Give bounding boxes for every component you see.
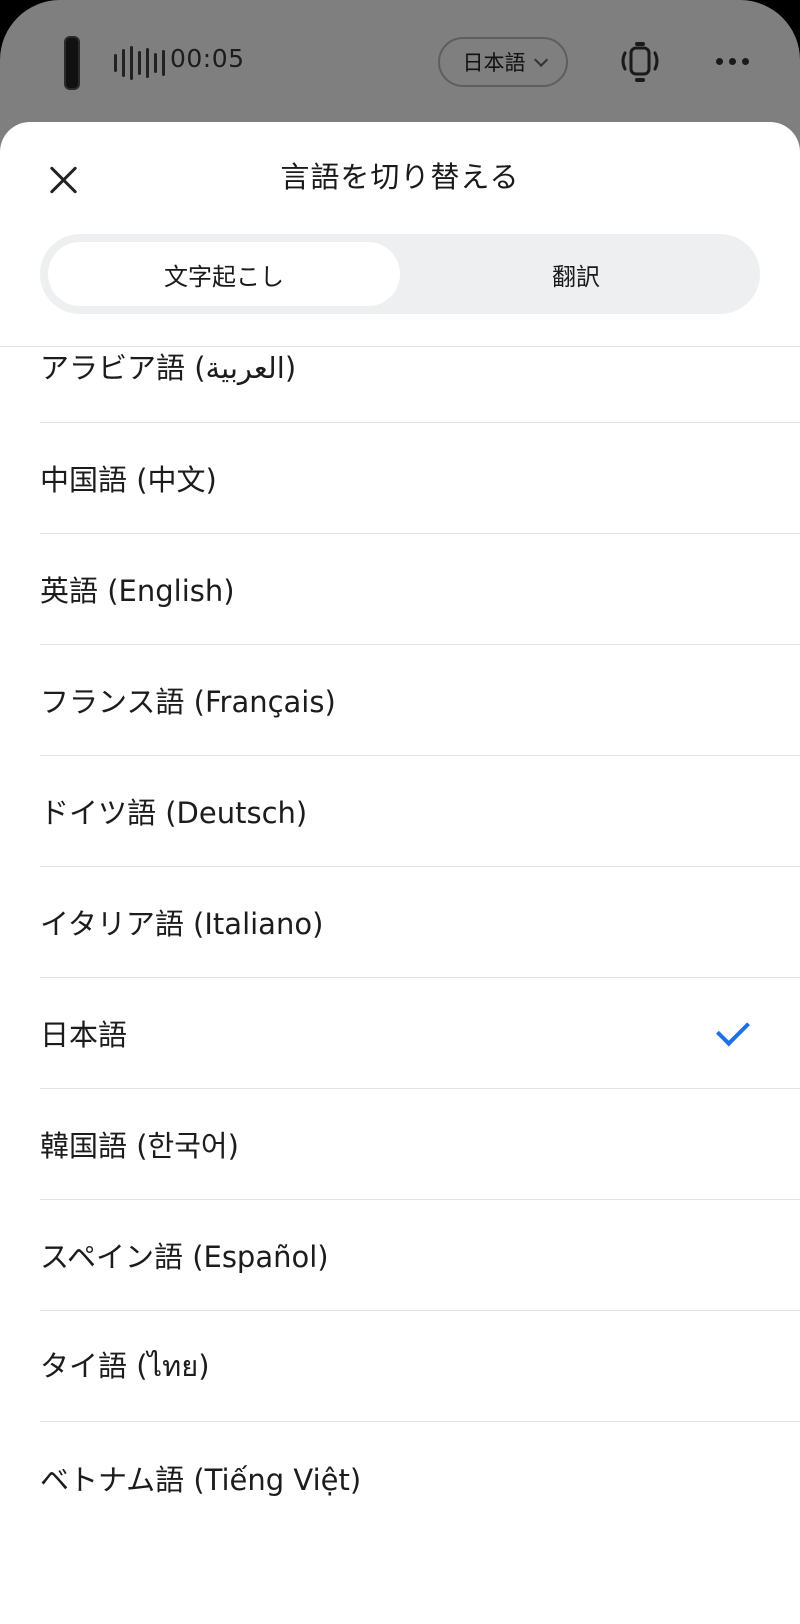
chevron-down-icon [533,52,548,67]
checkmark-icon [716,1012,750,1047]
language-label: 日本語 [40,1018,128,1052]
tab-translation[interactable]: 翻訳 [400,242,752,306]
language-label: スペイン語 (Español) [40,1240,329,1274]
language-selector-label: 日本語 [462,51,526,75]
language-item-thai[interactable]: タイ語 (ไทย) [40,1311,800,1422]
language-item-spanish[interactable]: スペイン語 (Español) [40,1200,800,1311]
recorder-device-icon [64,36,80,90]
language-label: タイ語 (ไทย) [40,1349,210,1383]
camera-icon[interactable] [620,40,660,84]
language-label: アラビア語 (العربية) [40,351,297,385]
language-item-korean[interactable]: 韓国語 (한국어) [40,1089,800,1200]
language-label: 韓国語 (한국어) [40,1129,239,1163]
language-item-italian[interactable]: イタリア語 (Italiano) [40,867,800,978]
language-item-arabic[interactable]: アラビア語 (العربية) [40,347,800,423]
mode-segmented-control: 文字起こし 翻訳 [40,234,760,314]
language-item-english[interactable]: 英語 (English) [40,534,800,645]
language-switch-sheet: 言語を切り替える 文字起こし 翻訳 アラビア語 (العربية) 中国語 (中… [0,122,800,1624]
language-label: ドイツ語 (Deutsch) [40,796,308,830]
screen: 00:05 日本語 言語を切り替える 文字起こし 翻訳 アラビア語 (العرب… [0,0,800,1624]
language-item-german[interactable]: ドイツ語 (Deutsch) [40,756,800,867]
language-list: アラビア語 (العربية) 中国語 (中文) 英語 (English) フラ… [0,347,800,1533]
more-icon[interactable] [716,58,749,65]
language-label: ベトナム語 (Tiếng Việt) [40,1462,362,1497]
recorder-bar: 00:05 日本語 [0,0,800,124]
language-item-japanese[interactable]: 日本語 [40,978,800,1089]
language-label: フランス語 (Français) [40,685,336,719]
tab-transcription[interactable]: 文字起こし [48,242,400,306]
language-label: 中国語 (中文) [40,463,217,497]
language-item-french[interactable]: フランス語 (Français) [40,645,800,756]
recording-timer: 00:05 [170,44,245,73]
sheet-header: 言語を切り替える [0,122,800,232]
language-label: 英語 (English) [40,574,235,608]
waveform-icon [114,46,165,80]
language-item-vietnamese[interactable]: ベトナム語 (Tiếng Việt) [40,1422,800,1533]
language-label: イタリア語 (Italiano) [40,907,324,941]
language-selector-button[interactable]: 日本語 [438,37,568,87]
language-item-chinese[interactable]: 中国語 (中文) [40,423,800,534]
sheet-title: 言語を切り替える [280,160,520,194]
